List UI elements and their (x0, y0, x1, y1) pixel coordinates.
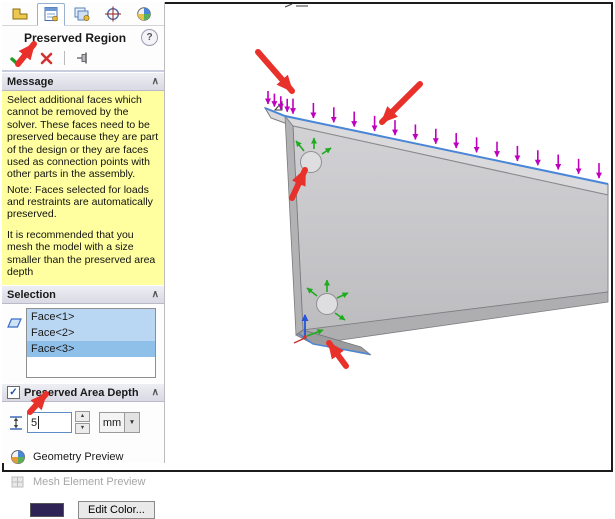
load-arrows-left (268, 91, 287, 112)
selected-faces-listbox[interactable]: Face<1> Face<2> Face<3> (26, 308, 156, 378)
collapse-chevron-icon[interactable]: ∧ (152, 77, 159, 87)
feature-manager-tab-icon (11, 6, 29, 22)
geometry-preview-label: Geometry Preview (33, 451, 123, 463)
app-window: Preserved Region ? Message ∧ Select addi… (0, 0, 615, 474)
configuration-manager-tab-icon (73, 6, 91, 22)
model-view (165, 4, 609, 466)
spin-down-button[interactable]: ▼ (75, 423, 90, 434)
dropdown-arrow-icon[interactable]: ▼ (124, 413, 139, 432)
panel-action-bar (2, 47, 164, 72)
panel-title-row: Preserved Region ? (2, 26, 164, 47)
depth-spinner: ▲ ▼ (75, 411, 90, 434)
display-manager-tab-icon (135, 6, 153, 22)
depth-input-row: 5 ▲ ▼ mm ▼ (2, 402, 164, 440)
depth-section-header[interactable]: ✓ Preserved Area Depth ∧ (2, 383, 164, 402)
pushpin-icon[interactable] (76, 51, 92, 65)
cancel-button[interactable] (40, 52, 53, 65)
mesh-element-preview-label: Mesh Element Preview (33, 476, 146, 488)
geometry-preview-icon (9, 449, 27, 465)
depth-dimension-icon (8, 415, 24, 431)
help-icon[interactable]: ? (141, 29, 158, 46)
color-row: Edit Color... (30, 501, 164, 519)
clipped-annotation (275, 4, 308, 110)
message-box: Select additional faces which cannot be … (2, 91, 164, 285)
depth-value-input[interactable]: 5 (27, 412, 72, 433)
property-manager-tab[interactable] (37, 3, 65, 26)
action-divider (64, 51, 65, 65)
edit-color-button[interactable]: Edit Color... (78, 501, 155, 519)
unit-value: mm (100, 417, 124, 429)
message-paragraph: Note: Faces selected for loads and restr… (7, 184, 160, 221)
message-section-label: Message (7, 76, 53, 88)
configuration-manager-tab[interactable] (68, 3, 96, 26)
collapse-chevron-icon[interactable]: ∧ (152, 290, 159, 300)
unit-dropdown[interactable]: mm ▼ (99, 412, 140, 433)
selection-section-label: Selection (7, 289, 56, 301)
preview-color-swatch (30, 503, 64, 517)
collapse-chevron-icon[interactable]: ∧ (152, 388, 159, 398)
selection-section-header[interactable]: Selection ∧ (2, 285, 164, 304)
graphics-viewport[interactable] (165, 4, 609, 466)
feature-manager-tab[interactable] (6, 3, 34, 26)
list-item[interactable]: Face<2> (27, 325, 155, 341)
display-manager-tab[interactable] (130, 3, 158, 26)
list-item[interactable]: Face<3> (27, 341, 155, 357)
depth-checkbox[interactable]: ✓ (7, 386, 20, 399)
list-item[interactable]: Face<1> (27, 309, 155, 325)
text-caret (38, 416, 39, 429)
mesh-preview-icon (9, 474, 27, 490)
property-manager-tab-icon (42, 6, 60, 22)
ok-button[interactable] (10, 50, 29, 66)
mesh-element-preview-button: Mesh Element Preview (9, 474, 164, 490)
message-section-header[interactable]: Message ∧ (2, 72, 164, 91)
spin-up-button[interactable]: ▲ (75, 411, 90, 422)
message-paragraph: It is recommended that you mesh the mode… (7, 229, 160, 279)
depth-section-label: Preserved Area Depth (24, 387, 139, 399)
page-title: Preserved Region (24, 31, 126, 45)
preserved-face-circle (301, 152, 322, 173)
selection-body: Face<1> Face<2> Face<3> (2, 304, 164, 383)
preserved-face-circle (317, 294, 338, 315)
dimxpert-tab-icon (104, 6, 122, 22)
geometry-preview-button[interactable]: Geometry Preview (9, 449, 164, 465)
face-select-icon (6, 316, 23, 330)
property-manager-panel: Preserved Region ? Message ∧ Select addi… (2, 2, 165, 463)
message-paragraph: Select additional faces which cannot be … (7, 94, 160, 181)
manager-tab-bar (2, 2, 164, 26)
depth-value: 5 (31, 417, 37, 429)
dimxpert-tab[interactable] (99, 3, 127, 26)
